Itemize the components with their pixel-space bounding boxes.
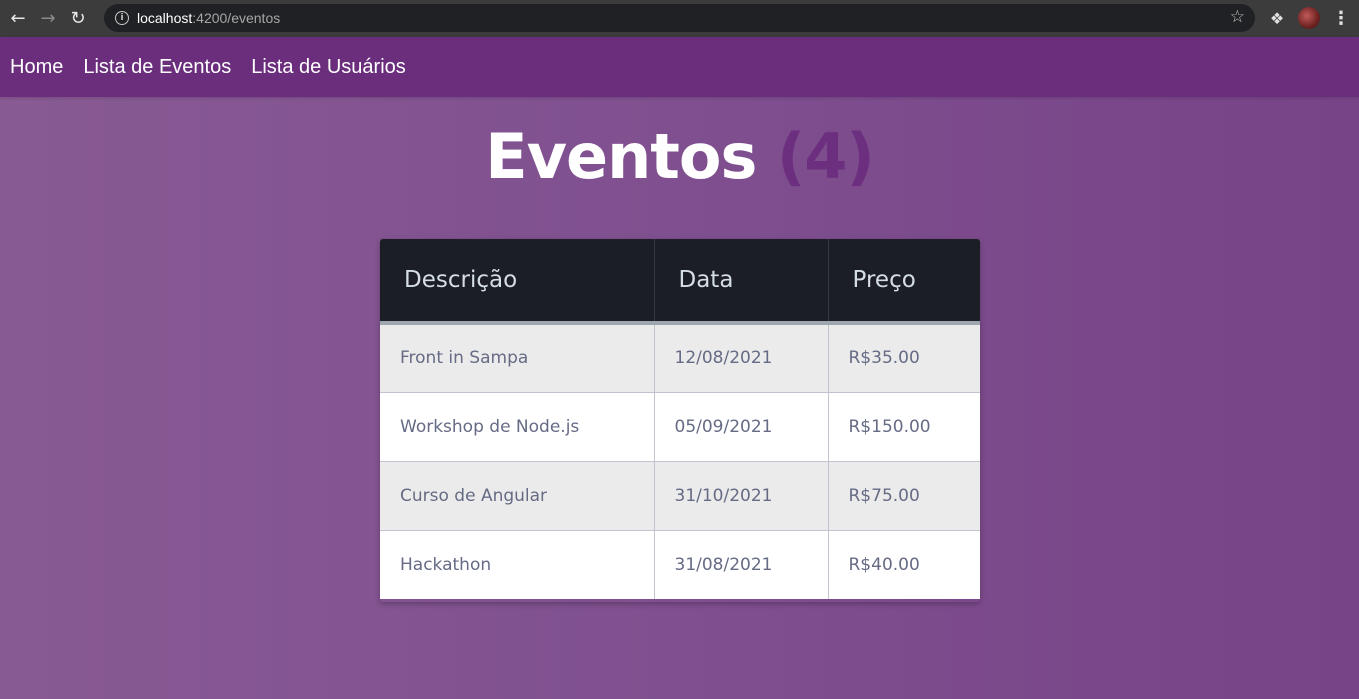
page-title: Eventos (4) [0, 120, 1359, 193]
forward-icon[interactable]: → [33, 4, 63, 34]
cell-descricao: Workshop de Node.js [380, 392, 655, 461]
cell-preco: R$75.00 [848, 485, 920, 506]
cell-descricao: Front in Sampa [380, 323, 655, 392]
cell-descricao: Hackathon [380, 530, 655, 599]
header-preco: Preço [852, 267, 916, 293]
reload-icon[interactable]: ↻ [63, 4, 93, 34]
cell-data: 31/10/2021 [654, 461, 829, 530]
star-icon[interactable]: ☆ [1230, 7, 1245, 27]
cell-preco: R$40.00 [848, 554, 920, 575]
table-row: Workshop de Node.js 05/09/2021 R$150.00 [380, 392, 980, 461]
avatar[interactable] [1298, 7, 1320, 29]
cell-preco: R$150.00 [848, 416, 931, 437]
table-row: Curso de Angular 31/10/2021 R$75.00 [380, 461, 980, 530]
event-count: (4) [776, 120, 875, 193]
page-title-text: Eventos [485, 120, 757, 193]
cell-descricao: Curso de Angular [380, 461, 655, 530]
url-path: :4200/eventos [192, 10, 281, 26]
cell-data: 05/09/2021 [654, 392, 829, 461]
address-bar[interactable]: i localhost :4200/eventos ☆ [104, 4, 1255, 32]
table-row: Hackathon 31/08/2021 R$40.00 [380, 530, 980, 599]
header-data: Data [654, 239, 829, 323]
menu-icon[interactable]: ⋮ [1331, 7, 1351, 29]
extensions-icon[interactable]: ❖ [1266, 7, 1288, 29]
url-host: localhost [137, 10, 193, 26]
nav-link-usuarios[interactable]: Lista de Usuários [251, 56, 406, 79]
header-descricao: Descrição [380, 239, 655, 323]
info-icon[interactable]: i [115, 11, 129, 25]
nav-link-eventos[interactable]: Lista de Eventos [83, 56, 231, 79]
events-table: Descrição Data Preço Front in Sampa 12/0… [380, 239, 980, 602]
cell-data: 31/08/2021 [654, 530, 829, 599]
app-navbar: Home Lista de Eventos Lista de Usuários [0, 37, 1359, 97]
cell-preco: R$35.00 [848, 348, 920, 369]
nav-link-home[interactable]: Home [10, 56, 63, 79]
table-header: Descrição Data Preço [380, 239, 980, 323]
cell-data: 12/08/2021 [654, 323, 829, 392]
table-row: Front in Sampa 12/08/2021 R$35.00 [380, 323, 980, 392]
browser-toolbar: ← → ↻ i localhost :4200/eventos ☆ ❖ ⋮ [0, 0, 1359, 37]
back-icon[interactable]: ← [3, 4, 33, 34]
